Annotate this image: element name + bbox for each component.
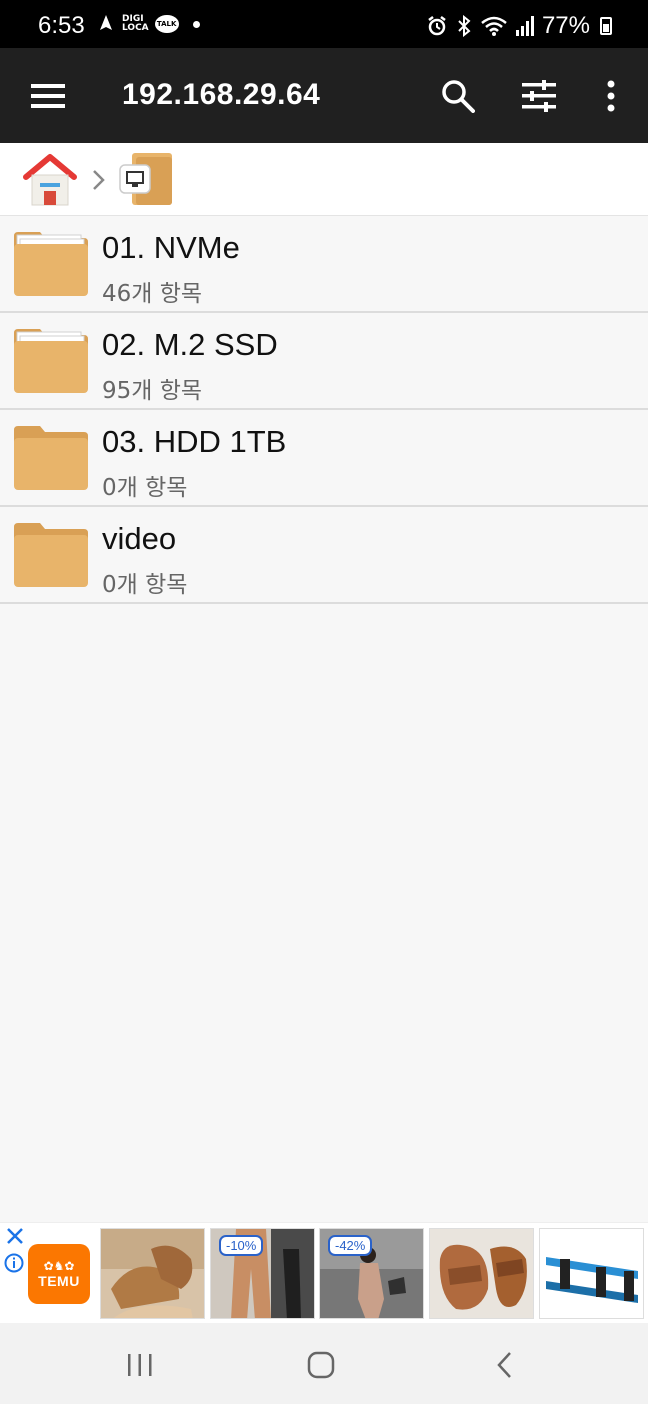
page-title: 192.168.29.64 (122, 78, 321, 111)
status-time: 6:53 (38, 12, 85, 39)
list-item[interactable]: 02. M.2 SSD 95개 항목 (0, 313, 648, 410)
menu-button[interactable] (24, 77, 72, 115)
discount-badge: -10% (219, 1235, 264, 1256)
breadcrumb (0, 143, 648, 216)
folder-empty-icon (12, 521, 90, 589)
ad-product-dress[interactable]: -42% (319, 1228, 424, 1319)
battery-percent: 77% (541, 12, 590, 39)
ad-product-pants[interactable]: -10% (210, 1228, 315, 1319)
bluetooth-icon (458, 15, 471, 37)
home-icon (23, 154, 77, 206)
status-bar: 6:53 DIGI LOCA TALK 77% (0, 0, 648, 48)
chevron-right-icon (93, 170, 105, 190)
sliders-icon (522, 80, 556, 112)
more-vert-icon (607, 80, 615, 112)
item-name: 03. HDD 1TB (102, 424, 287, 459)
wifi-icon (481, 16, 507, 36)
recents-button[interactable] (110, 1345, 170, 1385)
filter-button[interactable] (516, 74, 562, 118)
system-icons: 77% (426, 12, 612, 40)
notification-icons: DIGI LOCA TALK (96, 14, 200, 34)
alarm-icon (428, 16, 446, 36)
breadcrumb-network-folder[interactable] (118, 151, 176, 209)
network-folder-icon (119, 153, 172, 205)
item-name: 02. M.2 SSD (102, 327, 278, 362)
back-button[interactable] (474, 1345, 534, 1385)
app-toolbar: 192.168.29.64 (0, 48, 648, 143)
folder-with-files-icon (12, 230, 90, 298)
item-count: 0개 항목 (102, 572, 188, 598)
list-item[interactable]: 03. HDD 1TB 0개 항목 (0, 410, 648, 507)
item-count: 46개 항목 (102, 281, 203, 307)
home-nav-icon (307, 1351, 335, 1379)
item-name: video (102, 521, 177, 556)
ad-info-button[interactable] (4, 1253, 24, 1273)
system-nav-bar (0, 1323, 648, 1404)
file-list: 01. NVMe 46개 항목 02. M.2 SSD 95개 항목 03. H… (0, 216, 648, 604)
recents-icon (128, 1354, 152, 1376)
ad-product-sandal-wedge[interactable] (100, 1228, 205, 1319)
temu-logo[interactable]: ✿♞✿ TEMU (28, 1244, 90, 1304)
hamburger-icon (31, 84, 65, 108)
signal-icon (515, 16, 534, 36)
breadcrumb-home[interactable] (22, 153, 78, 207)
digiloca-icon: DIGI LOCA (122, 14, 149, 33)
item-count: 95개 항목 (102, 378, 203, 404)
home-button[interactable] (291, 1345, 351, 1385)
ad-product-slipper[interactable] (429, 1228, 534, 1319)
item-name: 01. NVMe (102, 230, 240, 265)
more-notifications-dot (192, 20, 200, 28)
breadcrumb-separator (88, 168, 108, 192)
ad-close-button[interactable] (6, 1227, 24, 1245)
nav-arrow-icon (100, 15, 112, 30)
list-item[interactable]: 01. NVMe 46개 항목 (0, 216, 648, 313)
back-icon (497, 1352, 511, 1378)
more-options-button[interactable] (594, 74, 628, 118)
folder-empty-icon (12, 424, 90, 492)
close-icon (7, 1228, 23, 1244)
temu-mark-icon: ✿♞✿ (43, 1259, 75, 1273)
search-icon (442, 80, 475, 113)
ad-product-bike-roller[interactable] (539, 1228, 644, 1319)
discount-badge: -42% (328, 1235, 373, 1256)
search-button[interactable] (436, 74, 480, 118)
item-count: 0개 항목 (102, 475, 188, 501)
ad-banner[interactable]: ✿♞✿ TEMU -10% -42% (0, 1222, 648, 1323)
battery-icon (600, 17, 612, 35)
list-item[interactable]: video 0개 항목 (0, 507, 648, 604)
info-icon (4, 1253, 24, 1273)
temu-wordmark: TEMU (38, 1273, 80, 1289)
folder-with-files-icon (12, 327, 90, 395)
kakaotalk-icon: TALK (154, 15, 179, 33)
